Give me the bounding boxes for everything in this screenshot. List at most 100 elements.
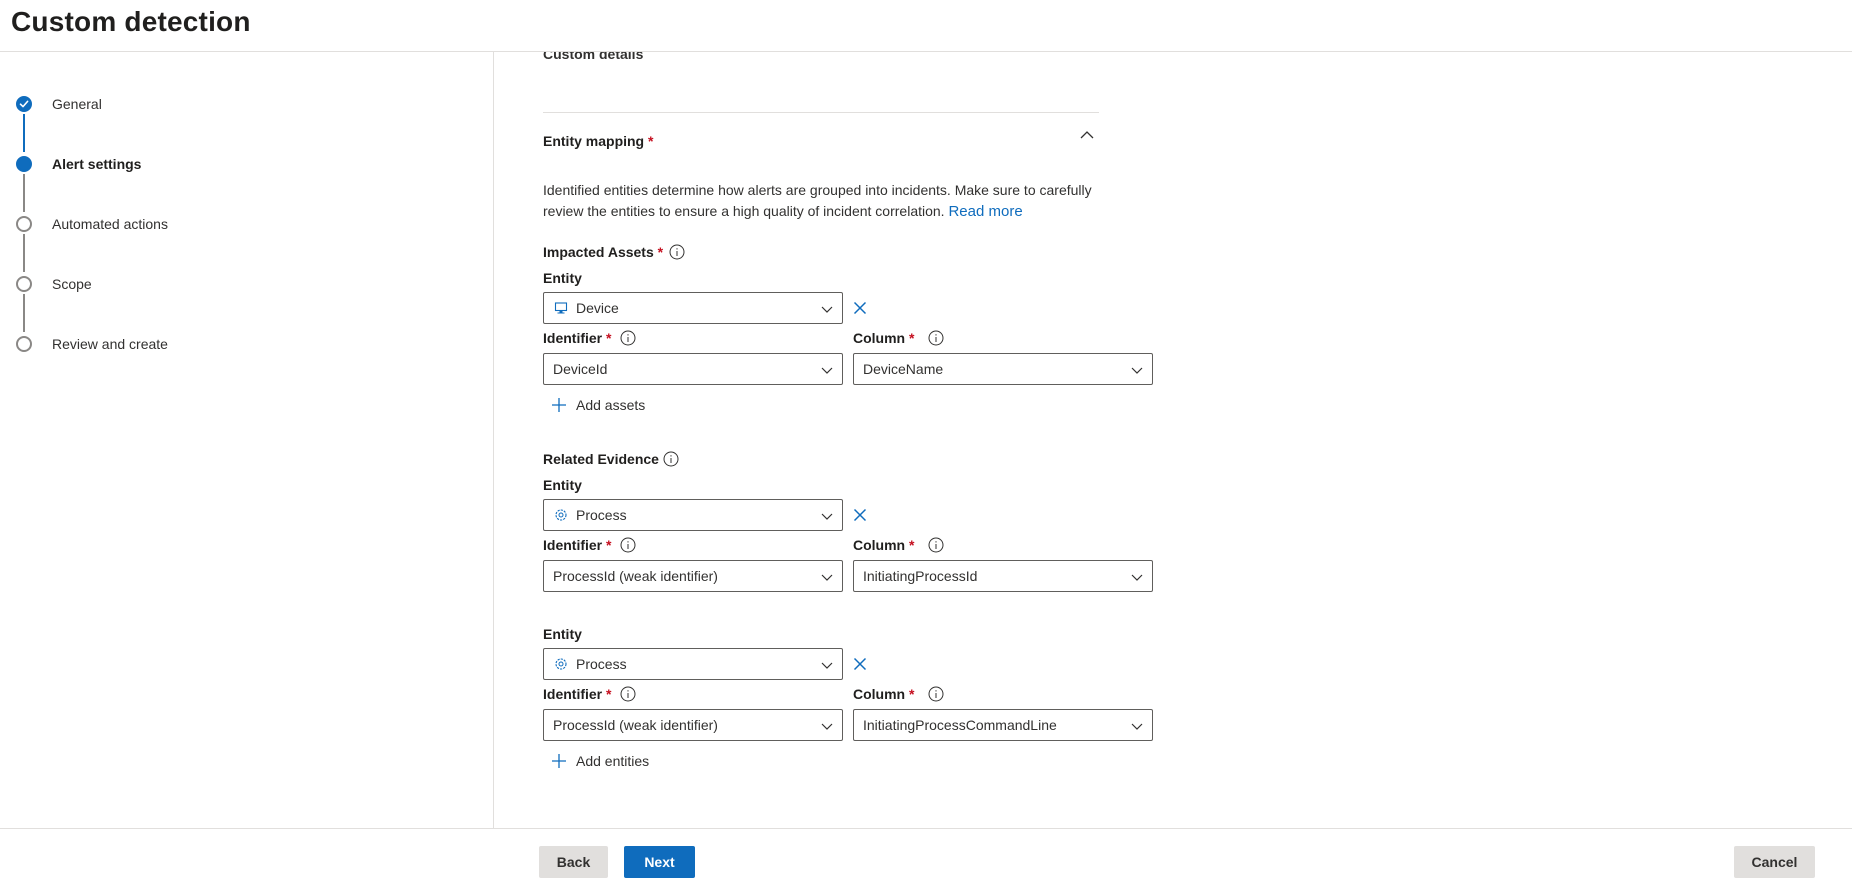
impacted-column-dropdown[interactable]: DeviceName bbox=[853, 353, 1153, 385]
add-entities-button[interactable]: Add entities bbox=[551, 753, 649, 769]
info-icon[interactable] bbox=[620, 537, 636, 553]
chevron-down-icon bbox=[1131, 574, 1143, 581]
dropdown-value: InitiatingProcessCommandLine bbox=[863, 717, 1057, 733]
dropdown-value: ProcessId (weak identifier) bbox=[553, 568, 718, 584]
chevron-down-icon bbox=[1131, 723, 1143, 730]
entity-label: Entity bbox=[543, 270, 582, 286]
impacted-identifier-dropdown[interactable]: DeviceId bbox=[543, 353, 843, 385]
step-scope[interactable]: Scope bbox=[16, 274, 92, 294]
info-icon[interactable] bbox=[663, 451, 679, 467]
evidence-column-dropdown[interactable]: InitiatingProcessId bbox=[853, 560, 1153, 592]
evidence-column-dropdown[interactable]: InitiatingProcessCommandLine bbox=[853, 709, 1153, 741]
step-label: Alert settings bbox=[52, 156, 142, 172]
add-assets-label: Add assets bbox=[576, 397, 646, 413]
remove-entity-button[interactable] bbox=[851, 655, 869, 673]
chevron-down-icon bbox=[821, 723, 833, 730]
step-alert-settings[interactable]: Alert settings bbox=[16, 154, 141, 174]
add-assets-button[interactable]: Add assets bbox=[551, 397, 645, 413]
info-icon[interactable] bbox=[928, 537, 944, 553]
info-icon[interactable] bbox=[620, 330, 636, 346]
close-icon bbox=[853, 657, 866, 671]
chevron-down-icon bbox=[821, 513, 833, 520]
step-connector bbox=[23, 114, 25, 152]
wizard-footer: Back Next Cancel bbox=[0, 828, 1852, 892]
step-review-and-create[interactable]: Review and create bbox=[16, 334, 168, 354]
required-mark: * bbox=[657, 244, 664, 260]
plus-icon bbox=[552, 754, 566, 768]
chevron-down-icon bbox=[821, 367, 833, 374]
entity-mapping-description: Identified entities determine how alerts… bbox=[543, 180, 1113, 222]
step-label: Scope bbox=[52, 276, 92, 292]
evidence-identifier-dropdown[interactable]: ProcessId (weak identifier) bbox=[543, 709, 843, 741]
column-label: Column * bbox=[853, 330, 944, 346]
column-text: Column bbox=[853, 537, 906, 553]
info-icon[interactable] bbox=[928, 686, 944, 702]
section-divider bbox=[543, 112, 1099, 113]
dropdown-value: ProcessId (weak identifier) bbox=[553, 717, 718, 733]
collapse-chevron-up-icon[interactable] bbox=[1079, 127, 1095, 148]
chevron-down-icon bbox=[821, 662, 833, 669]
chevron-down-icon bbox=[821, 306, 833, 313]
back-button[interactable]: Back bbox=[539, 846, 608, 878]
alert-settings-panel[interactable]: Custom details Entity mapping * Identifi… bbox=[495, 52, 1852, 828]
page-title: Custom detection bbox=[11, 6, 251, 37]
identifier-text: Identifier bbox=[543, 330, 603, 346]
column-label: Column * bbox=[853, 686, 944, 702]
impacted-assets-title: Impacted Assets * bbox=[543, 244, 685, 260]
dropdown-value: InitiatingProcessId bbox=[863, 568, 978, 584]
remove-entity-button[interactable] bbox=[851, 299, 869, 317]
step-connector bbox=[23, 174, 25, 212]
cancel-button[interactable]: Cancel bbox=[1734, 846, 1815, 878]
required-mark: * bbox=[909, 686, 915, 702]
column-text: Column bbox=[853, 330, 906, 346]
evidence-entity-dropdown[interactable]: Process bbox=[543, 499, 843, 531]
pending-step-indicator bbox=[16, 216, 32, 232]
chevron-down-icon bbox=[1131, 367, 1143, 374]
step-label: Review and create bbox=[52, 336, 168, 352]
wizard-stepper: General Alert settings Automated actions… bbox=[0, 52, 494, 828]
chevron-down-icon bbox=[821, 574, 833, 581]
info-icon[interactable] bbox=[620, 686, 636, 702]
entity-label: Entity bbox=[543, 477, 582, 493]
evidence-entity-dropdown[interactable]: Process bbox=[543, 648, 843, 680]
entity-mapping-title[interactable]: Entity mapping * bbox=[543, 133, 653, 149]
required-mark: * bbox=[606, 537, 612, 553]
current-step-indicator bbox=[16, 156, 32, 172]
checkmark-icon bbox=[16, 96, 32, 112]
evidence-identifier-dropdown[interactable]: ProcessId (weak identifier) bbox=[543, 560, 843, 592]
step-automated-actions[interactable]: Automated actions bbox=[16, 214, 168, 234]
entity-mapping-label: Entity mapping bbox=[543, 133, 645, 149]
identifier-label: Identifier * bbox=[543, 330, 636, 346]
gear-icon bbox=[553, 656, 569, 672]
custom-details-heading: Custom details bbox=[543, 52, 644, 62]
step-label: General bbox=[52, 96, 102, 112]
read-more-link[interactable]: Read more bbox=[948, 203, 1022, 220]
column-text: Column bbox=[853, 686, 906, 702]
next-button[interactable]: Next bbox=[624, 846, 695, 878]
remove-entity-button[interactable] bbox=[851, 506, 869, 524]
entity-label: Entity bbox=[543, 626, 582, 642]
related-evidence-title: Related Evidence bbox=[543, 451, 679, 467]
step-connector bbox=[23, 234, 25, 272]
required-mark: * bbox=[909, 537, 915, 553]
step-general[interactable]: General bbox=[16, 94, 102, 114]
gear-icon bbox=[553, 507, 569, 523]
dropdown-value: Process bbox=[576, 656, 627, 672]
required-mark: * bbox=[909, 330, 915, 346]
info-icon[interactable] bbox=[669, 244, 685, 260]
impacted-entity-dropdown[interactable]: Device bbox=[543, 292, 843, 324]
plus-icon bbox=[552, 398, 566, 412]
add-entities-label: Add entities bbox=[576, 753, 650, 769]
step-label: Automated actions bbox=[52, 216, 168, 232]
group-label: Impacted Assets bbox=[543, 244, 654, 260]
identifier-text: Identifier bbox=[543, 537, 603, 553]
info-icon[interactable] bbox=[928, 330, 944, 346]
dropdown-value: Device bbox=[576, 300, 619, 316]
close-icon bbox=[853, 301, 866, 315]
group-label: Related Evidence bbox=[543, 451, 659, 467]
identifier-label: Identifier * bbox=[543, 537, 636, 553]
pending-step-indicator bbox=[16, 276, 32, 292]
close-icon bbox=[853, 508, 866, 522]
page-header: Custom detection bbox=[0, 0, 1852, 52]
step-connector bbox=[23, 294, 25, 332]
